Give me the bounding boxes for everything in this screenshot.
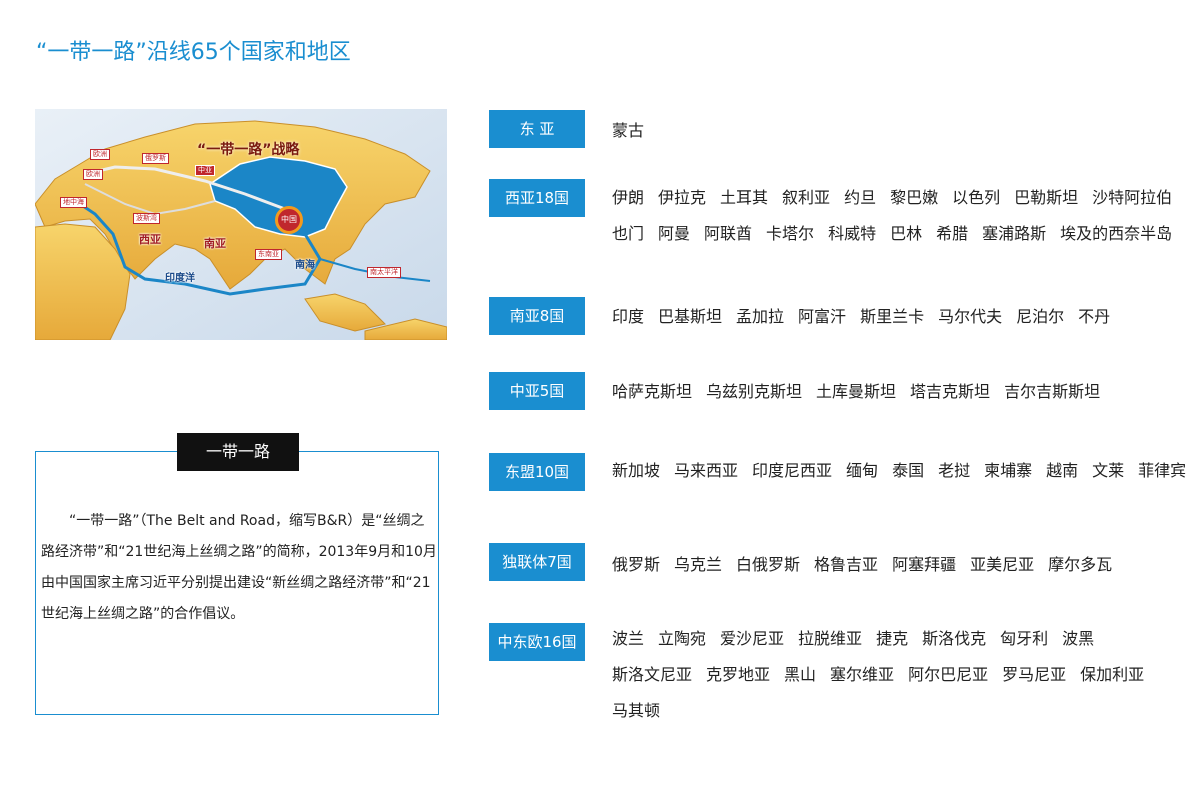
map-label-europe-2: 欧洲 [83, 169, 103, 180]
country-item: 斯里兰卡 [860, 307, 925, 326]
region-label-west-asia: 西亚18国 [489, 179, 585, 217]
country-item: 斯洛文尼亚 [612, 665, 693, 684]
country-item: 缅甸 [846, 461, 879, 480]
country-item: 菲律宾 [1138, 461, 1187, 480]
region-label-central-asia: 中亚5国 [489, 372, 585, 410]
map-label-russia: 俄罗斯 [142, 153, 169, 164]
country-list-asean: 新加坡 马来西亚 印度尼西亚 缅甸 泰国 老挝 柬埔寨 越南 文莱 菲律宾 [612, 453, 1197, 489]
country-item: 泰国 [892, 461, 925, 480]
belt-and-road-map: “一带一路”战略 欧洲 俄罗斯 中亚 欧洲 地中海 波斯湾 西亚 南亚 东南亚 … [35, 109, 447, 340]
country-list-central-asia: 哈萨克斯坦 乌兹别克斯坦 土库曼斯坦 塔吉克斯坦 吉尔吉斯斯坦 [612, 374, 1197, 410]
country-item: 柬埔寨 [984, 461, 1033, 480]
country-list-east-asia: 蒙古 [612, 113, 1197, 149]
country-item: 巴勒斯坦 [1014, 188, 1079, 207]
country-item: 叙利亚 [782, 188, 831, 207]
map-title: “一带一路”战略 [197, 142, 300, 158]
country-item: 摩尔多瓦 [1048, 555, 1113, 574]
country-item: 约旦 [844, 188, 877, 207]
country-item: 亚美尼亚 [970, 555, 1035, 574]
info-text: “一带一路”（The Belt and Road，缩写B&R）是“丝绸之路经济带… [41, 513, 437, 622]
region-label-south-asia: 南亚8国 [489, 297, 585, 335]
page-title: “一带一路”沿线65个国家和地区 [36, 40, 351, 65]
country-item: 伊拉克 [658, 188, 707, 207]
country-item: 尼泊尔 [1016, 307, 1065, 326]
country-item: 文莱 [1092, 461, 1125, 480]
country-item: 保加利亚 [1080, 665, 1145, 684]
map-label-mediterranean: 地中海 [60, 197, 87, 208]
country-item: 塞尔维亚 [830, 665, 895, 684]
country-item: 阿尔巴尼亚 [908, 665, 989, 684]
country-item: 新加坡 [612, 461, 661, 480]
country-item: 印度尼西亚 [752, 461, 833, 480]
country-item: 伊朗 [612, 188, 645, 207]
country-item: 越南 [1046, 461, 1079, 480]
country-list-south-asia: 印度 巴基斯坦 孟加拉 阿富汗 斯里兰卡 马尔代夫 尼泊尔 不丹 [612, 299, 1197, 335]
country-item: 俄罗斯 [612, 555, 661, 574]
map-label-europe: 欧洲 [90, 149, 110, 160]
country-item: 阿联酋 [704, 224, 753, 243]
country-item: 马来西亚 [674, 461, 739, 480]
country-item: 蒙古 [612, 121, 645, 140]
country-item: 也门 [612, 224, 645, 243]
country-item: 塞浦路斯 [982, 224, 1047, 243]
country-item: 捷克 [876, 629, 909, 648]
country-item: 斯洛伐克 [922, 629, 987, 648]
region-label-asean: 东盟10国 [489, 453, 585, 491]
country-item: 黑山 [784, 665, 817, 684]
country-item: 卡塔尔 [766, 224, 815, 243]
country-item: 希腊 [936, 224, 969, 243]
country-item: 匈牙利 [1000, 629, 1049, 648]
region-label-east-asia: 东 亚 [489, 110, 585, 148]
country-item: 马尔代夫 [938, 307, 1003, 326]
country-item: 沙特阿拉伯 [1092, 188, 1173, 207]
country-item: 乌兹别克斯坦 [706, 382, 803, 401]
country-item: 阿富汗 [798, 307, 847, 326]
country-item: 土耳其 [720, 188, 769, 207]
country-item: 乌克兰 [674, 555, 723, 574]
country-list-west-asia: 伊朗 伊拉克 土耳其 叙利亚 约旦 黎巴嫩 以色列 巴勒斯坦 沙特阿拉伯也门 阿曼 阿联酋 卡塔尔 科威… [612, 180, 1197, 252]
country-item: 波兰 [612, 629, 645, 648]
map-label-west-asia: 西亚 [139, 233, 161, 246]
country-item: 孟加拉 [736, 307, 785, 326]
map-label-central-asia: 中亚 [195, 165, 215, 176]
country-list-cee: 波兰 立陶宛 爱沙尼亚 拉脱维亚 捷克 斯洛伐克 匈牙利 波黑斯洛文尼亚 克罗地亚 黑山 塞尔维亚阿… [612, 621, 1197, 729]
country-item: 科威特 [828, 224, 877, 243]
country-item: 阿曼 [658, 224, 691, 243]
country-item: 巴基斯坦 [658, 307, 723, 326]
country-item: 老挝 [938, 461, 971, 480]
country-item: 拉脱维亚 [798, 629, 863, 648]
country-item: 黎巴嫩 [890, 188, 939, 207]
china-badge: 中国 [275, 206, 303, 234]
map-label-persian-gulf: 波斯湾 [133, 213, 160, 224]
country-item: 格鲁吉亚 [814, 555, 879, 574]
country-item: 白俄罗斯 [736, 555, 801, 574]
info-tab: 一带一路 [177, 433, 299, 471]
map-label-indian-ocean: 印度洋 [165, 273, 195, 284]
country-item: 阿塞拜疆 [892, 555, 957, 574]
region-label-cee: 中东欧16国 [489, 623, 585, 661]
country-item: 爱沙尼亚 [720, 629, 785, 648]
country-item: 罗马尼亚 [1002, 665, 1067, 684]
country-item: 不丹 [1078, 307, 1111, 326]
country-item: 波黑 [1062, 629, 1095, 648]
country-item: 土库曼斯坦 [816, 382, 897, 401]
country-item: 以色列 [952, 188, 1001, 207]
country-item: 立陶宛 [658, 629, 707, 648]
country-item: 克罗地亚 [706, 665, 771, 684]
map-label-southeast-asia: 东南亚 [255, 249, 282, 260]
country-item: 巴林 [890, 224, 923, 243]
region-label-cis: 独联体7国 [489, 543, 585, 581]
country-item: 马其顿 [612, 701, 661, 720]
country-item: 吉尔吉斯斯坦 [1004, 382, 1101, 401]
country-item: 埃及的西奈半岛 [1060, 224, 1173, 243]
country-list-cis: 俄罗斯 乌克兰 白俄罗斯 格鲁吉亚 阿塞拜疆 亚美尼亚 摩尔多瓦 [612, 547, 1197, 583]
country-item: 哈萨克斯坦 [612, 382, 693, 401]
country-item: 印度 [612, 307, 645, 326]
map-label-south-sea: 南海 [295, 260, 315, 271]
map-label-pacific: 南太平洋 [367, 267, 401, 278]
country-item: 塔吉克斯坦 [910, 382, 991, 401]
map-label-south-asia: 南亚 [204, 237, 226, 250]
